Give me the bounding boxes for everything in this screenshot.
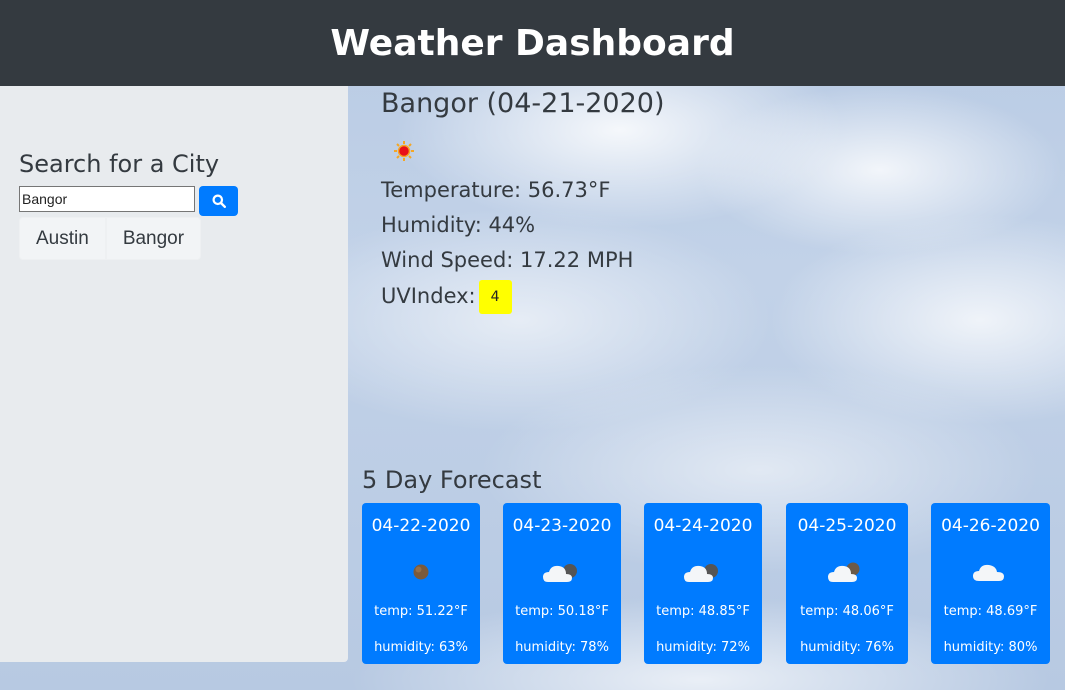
forecast-temp: temp: 48.69°F bbox=[943, 604, 1038, 619]
forecast-temp: temp: 48.06°F bbox=[800, 604, 894, 619]
forecast-card: 04-23-2020 temp: 50.18°F humidity: 78% bbox=[503, 503, 621, 664]
history-item-austin[interactable]: Austin bbox=[19, 217, 106, 260]
forecast-card: 04-22-2020 temp: 51.22°F humidity: 63% bbox=[362, 503, 480, 664]
cloud-moon-icon bbox=[644, 560, 762, 586]
current-temperature: Temperature: 56.73°F bbox=[381, 178, 611, 202]
sun-icon bbox=[393, 140, 415, 166]
search-history: Austin Bangor bbox=[19, 217, 202, 260]
forecast-date: 04-22-2020 bbox=[371, 516, 471, 536]
forecast-temp: temp: 51.22°F bbox=[374, 604, 468, 619]
cloud-icon bbox=[931, 560, 1050, 584]
search-button[interactable] bbox=[199, 186, 238, 216]
cloud-moon-icon bbox=[503, 560, 621, 586]
forecast-humidity: humidity: 76% bbox=[800, 640, 894, 655]
forecast-humidity: humidity: 78% bbox=[515, 640, 609, 655]
current-city-title: Bangor (04-21-2020) bbox=[381, 88, 665, 119]
forecast-humidity: humidity: 72% bbox=[656, 640, 750, 655]
history-item-bangor[interactable]: Bangor bbox=[105, 217, 202, 260]
cloud-moon-icon bbox=[786, 560, 908, 586]
forecast-humidity: humidity: 80% bbox=[943, 640, 1038, 655]
forecast-date: 04-26-2020 bbox=[941, 516, 1040, 536]
app-header: Weather Dashboard bbox=[0, 0, 1065, 86]
search-title: Search for a City bbox=[19, 150, 220, 178]
forecast-card: 04-25-2020 temp: 48.06°F humidity: 76% bbox=[786, 503, 908, 664]
forecast-card: 04-24-2020 temp: 48.85°F humidity: 72% bbox=[644, 503, 762, 664]
forecast-card: 04-26-2020 temp: 48.69°F humidity: 80% bbox=[931, 503, 1050, 664]
uv-index-badge: 4 bbox=[478, 280, 512, 314]
forecast-date: 04-24-2020 bbox=[653, 516, 753, 536]
moon-icon bbox=[362, 560, 480, 584]
sidebar: Search for a City Austin Bangor bbox=[0, 86, 348, 662]
current-weather: Bangor (04-21-2020) Temperature: 56.73°F… bbox=[381, 88, 665, 314]
forecast-date: 04-25-2020 bbox=[797, 516, 897, 536]
forecast-temp: temp: 50.18°F bbox=[515, 604, 609, 619]
app-title: Weather Dashboard bbox=[330, 22, 735, 64]
current-humidity: Humidity: 44% bbox=[381, 213, 536, 237]
current-wind-speed: Wind Speed: 17.22 MPH bbox=[381, 248, 634, 272]
forecast-title: 5 Day Forecast bbox=[362, 466, 542, 494]
uv-label: UVIndex: bbox=[381, 284, 476, 308]
current-uv-row: UVIndex: 4 bbox=[381, 280, 512, 314]
forecast-humidity: humidity: 63% bbox=[374, 640, 468, 655]
forecast-date: 04-23-2020 bbox=[512, 516, 612, 536]
city-search-input[interactable] bbox=[19, 186, 195, 212]
search-icon bbox=[212, 194, 226, 208]
forecast-temp: temp: 48.85°F bbox=[656, 604, 750, 619]
